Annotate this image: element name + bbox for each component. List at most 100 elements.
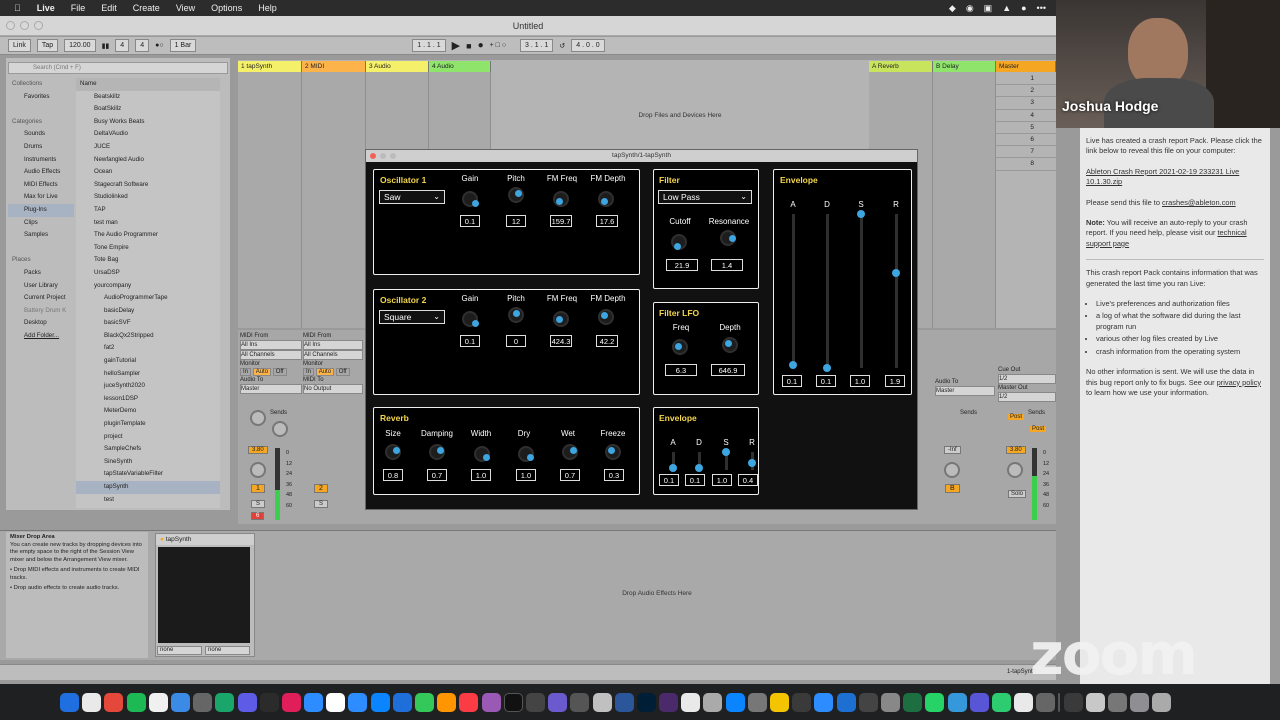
reverb-damping-value[interactable]: 0.7	[427, 469, 447, 481]
list-item[interactable]: UrsaDSP	[76, 267, 220, 280]
midi-channel-select[interactable]: All Channels	[240, 350, 302, 360]
app-icon[interactable]	[880, 692, 900, 712]
fenv-a-slider[interactable]	[669, 464, 677, 473]
return-header-b[interactable]: B Delay	[933, 61, 996, 72]
list-item[interactable]: juceSynth2020	[76, 380, 220, 393]
podcasts-icon[interactable]	[481, 692, 501, 712]
sidebar-item-samples[interactable]: Samples	[8, 229, 74, 242]
master-out-select[interactable]: 1/2	[998, 392, 1056, 402]
list-item[interactable]: SampleChefs	[76, 443, 220, 456]
metronome-icon[interactable]: ●○	[155, 42, 163, 49]
status-icon[interactable]: ▣	[984, 3, 993, 14]
plugin-zoom-button[interactable]	[390, 153, 396, 159]
track1-volume[interactable]: 3.80	[248, 446, 268, 454]
monitor-auto-button[interactable]: Auto	[315, 368, 335, 376]
scene-launch-2[interactable]: 2	[996, 85, 1056, 98]
word-icon[interactable]	[614, 692, 634, 712]
send-b-knob[interactable]	[272, 421, 288, 437]
list-item[interactable]: basicDelay	[76, 305, 220, 318]
apple-icon[interactable]: 	[14, 3, 21, 13]
reverb-damping-knob[interactable]	[429, 444, 445, 460]
crash-report-link[interactable]: Ableton Crash Report 2021-02-19 233231 L…	[1086, 167, 1239, 186]
list-item[interactable]: test	[76, 494, 220, 507]
trash-icon[interactable]	[1152, 692, 1172, 712]
osc2-wave-select[interactable]: Square ⌄	[379, 310, 445, 324]
app-icon[interactable]	[348, 692, 368, 712]
device-power-icon[interactable]: ●	[160, 536, 164, 543]
skype-icon[interactable]	[370, 692, 390, 712]
list-item[interactable]: basicSVF	[76, 317, 220, 330]
tap-button[interactable]: Tap	[36, 39, 59, 52]
osc1-fmdepth-value[interactable]: 17.6	[596, 215, 618, 227]
osc2-fmdepth-value[interactable]: 42.2	[596, 335, 618, 347]
terminal-icon[interactable]	[259, 692, 279, 712]
list-item[interactable]: helloSampler	[76, 368, 220, 381]
sidebar-item-instruments[interactable]: Instruments	[8, 154, 74, 167]
finder-icon[interactable]	[60, 692, 79, 712]
scene-launch-3[interactable]: 3	[996, 97, 1056, 110]
osc2-gain-value[interactable]: 0.1	[460, 335, 480, 347]
sidebar-item-favorites[interactable]: Favorites	[8, 91, 74, 104]
audio-to-select[interactable]: Master	[935, 386, 995, 396]
list-item[interactable]: tapStateVariableFilter	[76, 468, 220, 481]
device-preset-select-1[interactable]: none	[157, 646, 202, 655]
tempo-field[interactable]: 120.00	[64, 39, 96, 52]
creative-cloud-icon[interactable]: ◉	[966, 3, 974, 14]
monitor-off-button[interactable]: Off	[335, 368, 350, 376]
solo-button[interactable]: Solo	[1008, 490, 1027, 498]
app-icon[interactable]	[237, 692, 257, 712]
list-item[interactable]: JUCE	[76, 141, 220, 154]
aenv-a-slider[interactable]	[789, 360, 797, 369]
track-header-1[interactable]: 1 tapSynth	[238, 61, 302, 72]
sidebar-item-sounds[interactable]: Sounds	[8, 128, 74, 141]
list-item[interactable]: test man	[76, 217, 220, 230]
reverb-width-value[interactable]: 1.0	[471, 469, 491, 481]
overdub-icon[interactable]: + □ ○	[490, 42, 506, 49]
minimize-window-button[interactable]	[20, 21, 29, 30]
aenv-s-track[interactable]	[860, 214, 863, 368]
aenv-d-value[interactable]: 0.1	[816, 375, 836, 387]
sidebar-item-battery[interactable]: Battery Drum K	[8, 305, 74, 318]
photos-icon[interactable]	[148, 692, 168, 712]
list-item[interactable]: gainTutorial	[76, 355, 220, 368]
app-icon[interactable]	[1036, 692, 1056, 712]
list-item[interactable]: AudioProgrammerTape	[76, 292, 220, 305]
app-icon[interactable]	[1085, 692, 1105, 712]
list-item[interactable]: DeltaVAudio	[76, 128, 220, 141]
add-folder-link[interactable]: Add Folder...	[8, 330, 74, 343]
osc1-gain-knob[interactable]	[462, 191, 479, 207]
menu-app[interactable]: Live	[37, 3, 55, 13]
app-icon[interactable]	[437, 692, 457, 712]
app-icon[interactable]	[858, 692, 878, 712]
osc1-gain-value[interactable]: 0.1	[460, 215, 480, 227]
reverb-size-value[interactable]: 0.8	[383, 469, 403, 481]
filter-cutoff-knob[interactable]	[671, 234, 687, 250]
ableton-live-icon[interactable]	[525, 692, 545, 712]
app-icon[interactable]	[215, 692, 235, 712]
list-item[interactable]: yourcompany	[76, 280, 220, 293]
app-icon[interactable]	[947, 692, 967, 712]
menu-file[interactable]: File	[71, 3, 86, 13]
messages-icon[interactable]	[415, 692, 434, 712]
list-item[interactable]: Busy Works Beats	[76, 116, 220, 129]
record-icon[interactable]: ●	[478, 40, 484, 51]
xcode-icon[interactable]	[170, 692, 190, 712]
list-item[interactable]: SineSynth	[76, 456, 220, 469]
app-icon[interactable]	[703, 692, 723, 712]
plugin-minimize-button[interactable]	[380, 153, 386, 159]
reverb-size-knob[interactable]	[385, 444, 401, 460]
reverb-wet-value[interactable]: 0.7	[560, 469, 580, 481]
spotify-icon[interactable]	[126, 692, 146, 712]
master-pan-knob[interactable]	[1007, 462, 1023, 478]
list-item[interactable]: fat2	[76, 342, 220, 355]
list-item[interactable]: Newfangled Audio	[76, 154, 220, 167]
whatsapp-icon[interactable]	[925, 692, 945, 712]
return-b-activator[interactable]: B	[945, 484, 960, 493]
sidebar-item-audio-effects[interactable]: Audio Effects	[8, 166, 74, 179]
track1-activator[interactable]: 1	[251, 484, 265, 493]
sidebar-item-drums[interactable]: Drums	[8, 141, 74, 154]
app-icon[interactable]	[304, 692, 324, 712]
scene-launch-6[interactable]: 6	[996, 134, 1056, 147]
aenv-r-value[interactable]: 1.9	[885, 375, 905, 387]
scene-launch-1[interactable]: 1	[996, 73, 1056, 86]
